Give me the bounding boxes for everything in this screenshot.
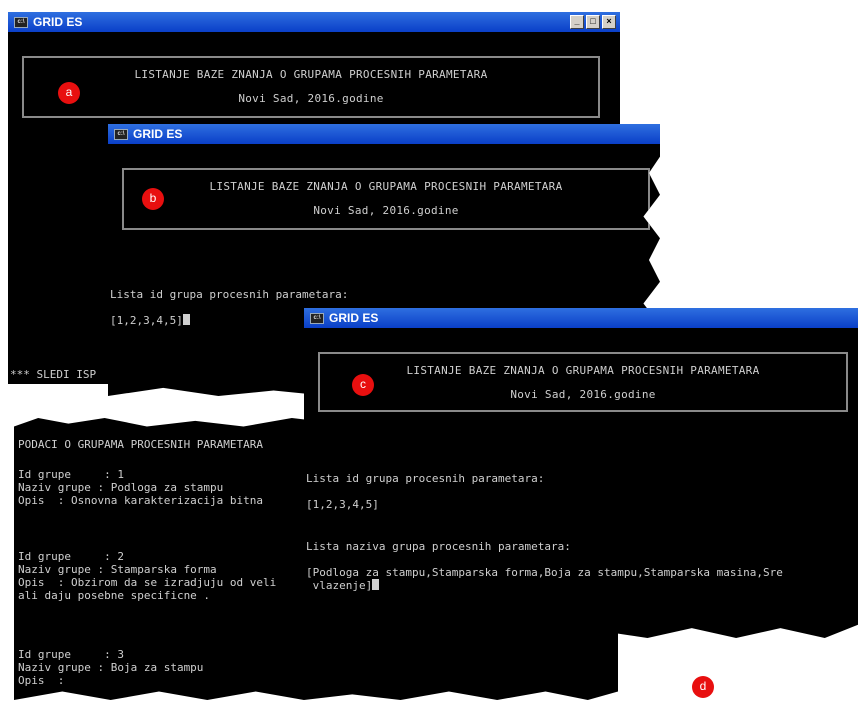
title-bar[interactable]: c:\ GRID ES <box>304 308 858 328</box>
console-icon: c:\ <box>310 313 324 325</box>
footer-text: *** SLEDI ISP <box>10 368 97 381</box>
console-icon: c:\ <box>114 129 128 141</box>
header-subtitle: Novi Sad, 2016.godine <box>510 388 656 401</box>
text-cursor <box>372 579 380 590</box>
title-bar[interactable]: c:\ GRID ES <box>108 124 660 144</box>
record-1-id: Id grupe : 1 <box>18 468 124 481</box>
record-2-name: Naziv grupe : Stamparska forma <box>18 563 217 576</box>
maximize-button[interactable]: □ <box>586 15 600 29</box>
window-title: GRID ES <box>329 311 379 325</box>
id-list-label: Lista id grupa procesnih parametara: <box>110 288 349 301</box>
record-2-id: Id grupe : 2 <box>18 550 124 563</box>
marker-d: d <box>692 676 714 698</box>
record-2-desc: Opis : Obzirom da se izradjuju od veli <box>18 576 277 589</box>
names-list-line-2: vlazenje] <box>306 579 380 592</box>
window-title: GRID ES <box>133 127 183 141</box>
header-title: LISTANJE BAZE ZNANJA O GRUPAMA PROCESNIH… <box>134 68 488 81</box>
title-bar[interactable]: c:\ GRID ES _ □ × <box>8 12 620 32</box>
header-box: LISTANJE BAZE ZNANJA O GRUPAMA PROCESNIH… <box>22 56 600 118</box>
minimize-button[interactable]: _ <box>570 15 584 29</box>
window-title: GRID ES <box>33 15 83 29</box>
id-list-value: [1,2,3,4,5] <box>110 314 190 327</box>
marker-c: c <box>352 374 374 396</box>
header-title: LISTANJE BAZE ZNANJA O GRUPAMA PROCESNIH… <box>209 180 563 193</box>
window-controls: _ □ × <box>570 15 616 29</box>
id-list-value: [1,2,3,4,5] <box>306 498 379 511</box>
names-list-line-1: [Podloga za stampu,Stamparska forma,Boja… <box>306 566 783 579</box>
names-list-label: Lista naziva grupa procesnih parametara: <box>306 540 571 553</box>
record-1-name: Naziv grupe : Podloga za stampu <box>18 481 224 494</box>
record-3-name: Naziv grupe : Boja za stampu <box>18 661 204 674</box>
header-subtitle: Novi Sad, 2016.godine <box>313 204 459 217</box>
header-subtitle: Novi Sad, 2016.godine <box>238 92 384 105</box>
record-1-desc: Opis : Osnovna karakterizacija bitna <box>18 494 264 507</box>
text-cursor <box>182 314 190 325</box>
marker-b: b <box>142 188 164 210</box>
header-box: LISTANJE BAZE ZNANJA O GRUPAMA PROCESNIH… <box>318 352 848 412</box>
record-3-desc: Opis : <box>18 674 65 687</box>
record-2-desc-cont: ali daju posebne specificne . <box>18 589 211 602</box>
id-list-label: Lista id grupa procesnih parametara: <box>306 472 545 485</box>
header-box: LISTANJE BAZE ZNANJA O GRUPAMA PROCESNIH… <box>122 168 650 230</box>
console-icon: c:\ <box>14 17 28 29</box>
record-3-id: Id grupe : 3 <box>18 648 124 661</box>
output-heading: PODACI O GRUPAMA PROCESNIH PARAMETARA <box>18 438 264 451</box>
marker-a: a <box>58 82 80 104</box>
console-window-c: c:\ GRID ES LISTANJE BAZE ZNANJA O GRUPAM… <box>304 308 858 638</box>
close-button[interactable]: × <box>602 15 616 29</box>
header-title: LISTANJE BAZE ZNANJA O GRUPAMA PROCESNIH… <box>406 364 760 377</box>
